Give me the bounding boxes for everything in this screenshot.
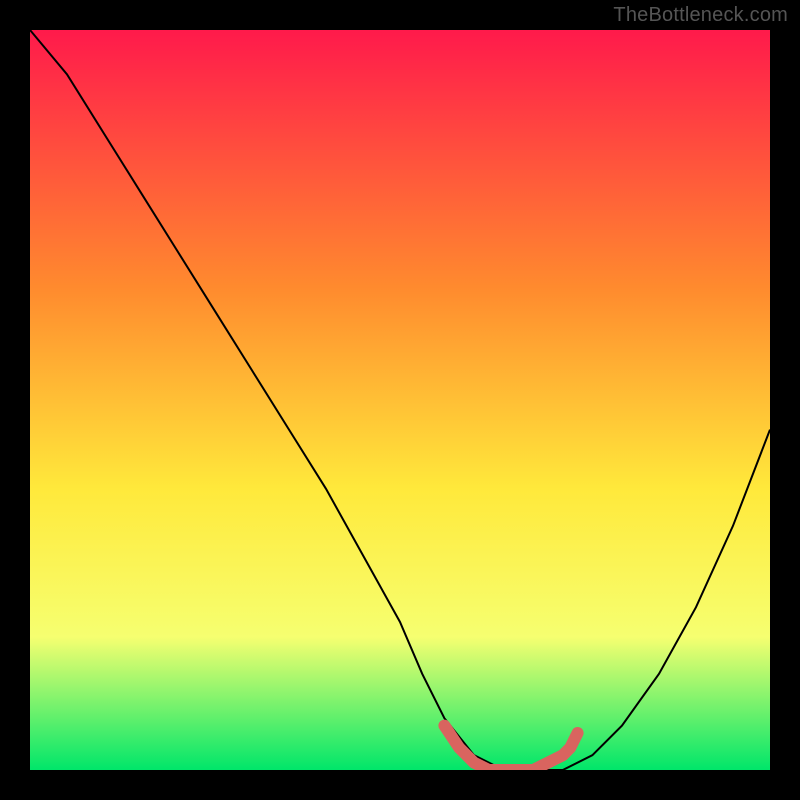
gradient-background (30, 30, 770, 770)
bottleneck-chart (30, 30, 770, 770)
plot-area (30, 30, 770, 770)
watermark-text: TheBottleneck.com (613, 4, 788, 27)
chart-frame: TheBottleneck.com (0, 0, 800, 800)
